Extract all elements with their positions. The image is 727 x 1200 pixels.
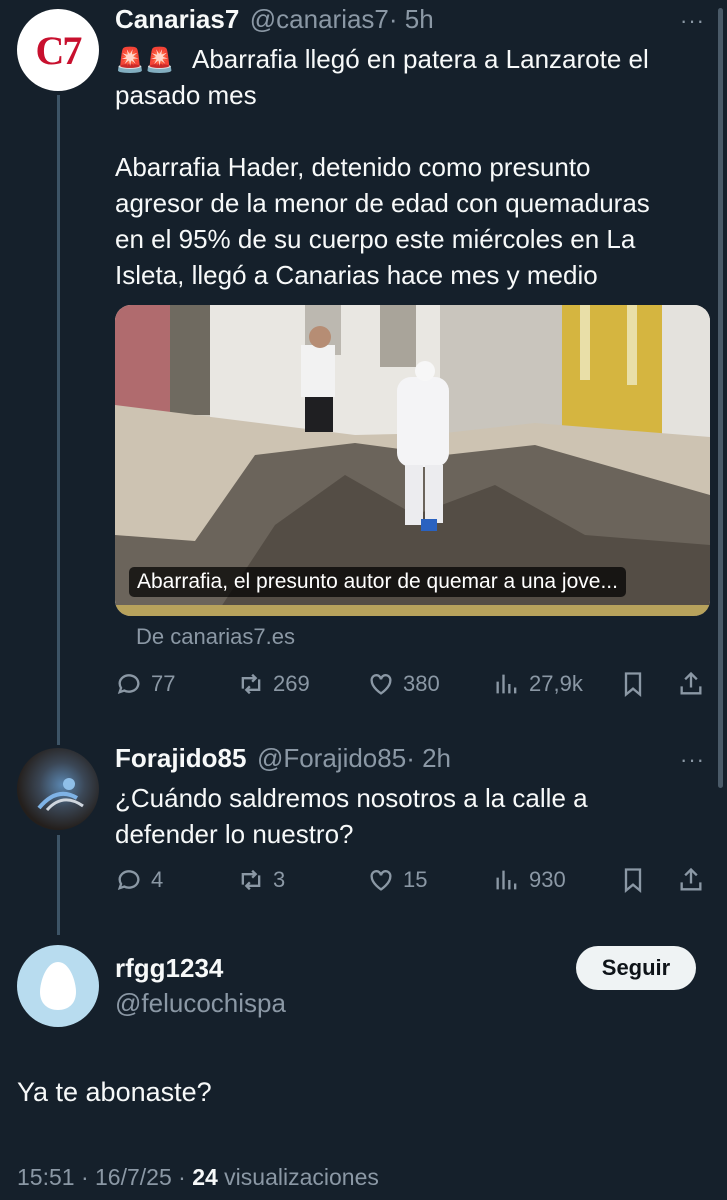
thread-line-1: [57, 95, 60, 745]
retweet-button[interactable]: 3: [237, 866, 285, 894]
tweet-time[interactable]: · 5h: [389, 4, 434, 34]
views-icon: [496, 674, 517, 694]
author-handle[interactable]: @canarias7: [250, 4, 389, 34]
card-caption: Abarrafia, el presunto autor de quemar a…: [129, 567, 626, 597]
author-name[interactable]: Canarias7: [115, 4, 239, 34]
views-button[interactable]: 930: [493, 866, 566, 894]
share-icon: [680, 671, 702, 695]
follow-button[interactable]: Seguir: [576, 946, 696, 990]
retweet-count: 3: [273, 867, 286, 892]
like-count: 15: [403, 867, 428, 892]
views-icon: [496, 870, 517, 890]
alarm-emoji: 🚨🚨: [115, 47, 175, 74]
share-icon: [680, 867, 702, 891]
card-source[interactable]: De canarias7.es: [136, 624, 295, 650]
reply-icon: [117, 674, 140, 695]
tweet2-actions: 4 3 15 930: [115, 866, 705, 900]
tweet1-headline: 🚨🚨 Abarrafia llegó en patera a Lanzarote…: [115, 41, 649, 79]
thread-line-2: [57, 835, 60, 935]
tweet2-line: defender lo nuestro?: [115, 819, 354, 849]
tweet2-text: ¿Cuándo saldremos nosotros a la calle a …: [115, 780, 588, 852]
more-options-icon[interactable]: ···: [680, 747, 705, 773]
author-name[interactable]: rfgg1234: [115, 953, 223, 984]
author-handle[interactable]: @Forajido85: [257, 743, 406, 773]
tweet1-paragraph: Abarrafia Hader, detenido como presunto …: [115, 149, 650, 293]
paragraph-line: agresor de la menor de edad con quemadur…: [115, 188, 650, 218]
bookmark-icon: [624, 868, 642, 893]
scrollbar[interactable]: [718, 8, 723, 788]
avatar-logo: C7: [35, 27, 83, 73]
avatar-forajido85[interactable]: [17, 748, 99, 830]
avatar-photo: [37, 778, 84, 812]
tweet2-line: ¿Cuándo saldremos nosotros a la calle a: [115, 783, 588, 813]
retweet-count: 269: [273, 671, 310, 696]
timestamp[interactable]: 15:51 · 16/7/25 ·: [17, 1164, 192, 1190]
views-count: 930: [529, 867, 566, 892]
avatar-canarias7[interactable]: C7: [17, 9, 99, 91]
tweet-meta: 15:51 · 16/7/25 · 24 visualizaciones: [17, 1164, 379, 1191]
views-label: visualizaciones: [217, 1164, 379, 1190]
retweet-icon: [241, 673, 261, 695]
tweet-time[interactable]: · 2h: [406, 743, 451, 773]
more-options-icon[interactable]: ···: [680, 8, 705, 34]
egg-icon: [40, 962, 76, 1010]
bookmark-button[interactable]: [619, 866, 647, 894]
share-button[interactable]: [677, 866, 705, 894]
reply-count: 4: [151, 867, 164, 892]
bookmark-button[interactable]: [619, 670, 647, 698]
reply-button[interactable]: 4: [115, 866, 163, 894]
paragraph-line: Isleta, llegó a Canarias hace mes y medi…: [115, 260, 598, 290]
retweet-icon: [241, 869, 261, 891]
share-button[interactable]: [677, 670, 705, 698]
author-name[interactable]: Forajido85: [115, 743, 246, 773]
views-total: 24: [192, 1164, 218, 1190]
like-button[interactable]: 15: [367, 866, 427, 894]
headline-text: Abarrafia llegó en patera a Lanzarote el: [192, 44, 649, 74]
tweet1-actions: 77 269 380 27,9k: [115, 670, 705, 704]
link-card-image[interactable]: Abarrafia, el presunto autor de quemar a…: [115, 305, 710, 616]
reply-icon: [117, 870, 140, 891]
headline-text-2: pasado mes: [115, 80, 257, 110]
author-handle[interactable]: @felucochispa: [115, 988, 286, 1019]
paragraph-line: Abarrafia Hader, detenido como presunto: [115, 152, 591, 182]
reply-button[interactable]: 77: [115, 670, 175, 698]
views-button[interactable]: 27,9k: [493, 670, 583, 698]
tweet1-header: Canarias7 @canarias7· 5h: [115, 4, 434, 35]
like-icon: [370, 674, 392, 695]
views-count: 27,9k: [529, 671, 583, 696]
bookmark-icon: [624, 672, 642, 697]
tweet2-header: Forajido85 @Forajido85· 2h: [115, 743, 451, 774]
main-tweet-text: Ya te abonaste?: [17, 1077, 212, 1107]
avatar-default-egg[interactable]: [17, 945, 99, 1027]
reply-count: 77: [151, 671, 176, 696]
like-button[interactable]: 380: [367, 670, 440, 698]
like-icon: [370, 870, 392, 891]
like-count: 380: [403, 671, 440, 696]
paragraph-line: en el 95% de su cuerpo este miércoles en…: [115, 224, 636, 254]
retweet-button[interactable]: 269: [237, 670, 310, 698]
